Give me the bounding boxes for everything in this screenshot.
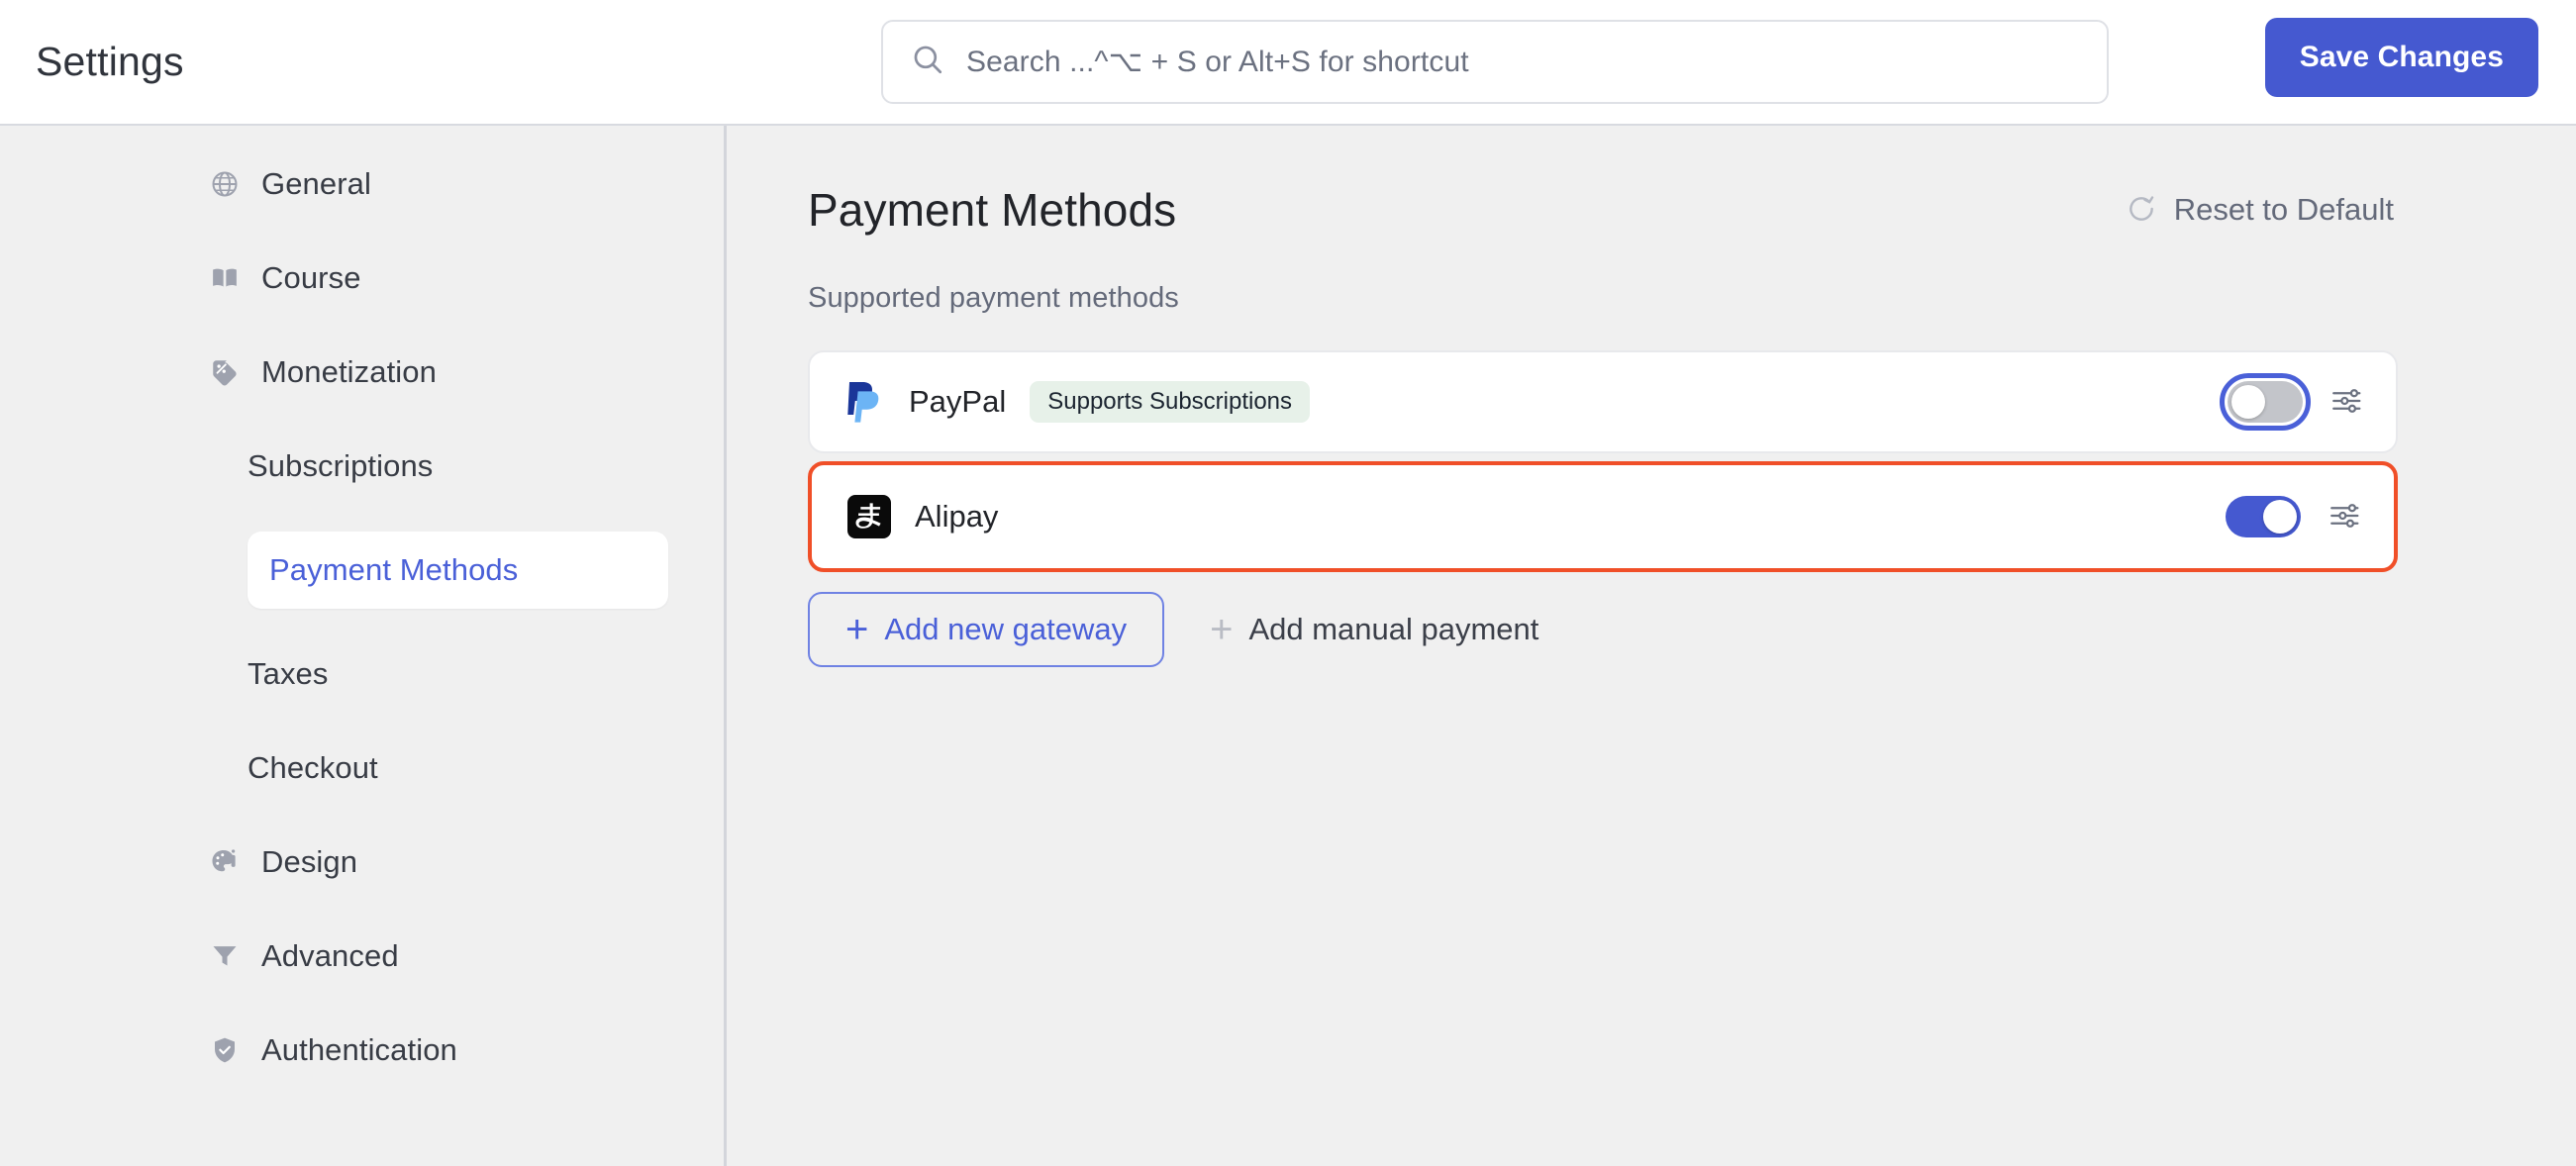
reset-to-default-label: Reset to Default <box>2173 192 2394 227</box>
search-container: Search ...^⌥ + S or Alt+S for shortcut <box>881 20 2109 104</box>
alipay-logo <box>847 495 891 538</box>
sidebar-item-taxes[interactable]: Taxes <box>248 645 668 703</box>
sliders-icon <box>2328 499 2361 535</box>
paypal-logo <box>845 379 885 425</box>
payment-methods-list: PayPal Supports Subscriptions Alipay <box>808 350 2398 572</box>
sidebar-item-monetization[interactable]: Monetization <box>208 343 668 401</box>
sidebar-item-label: Monetization <box>261 354 437 389</box>
section-subtitle: Supported payment methods <box>808 282 1179 314</box>
sidebar-item-label: Advanced <box>261 938 399 973</box>
status-badge: Supports Subscriptions <box>1030 381 1311 423</box>
paypal-settings-button[interactable] <box>2328 384 2364 420</box>
refresh-icon <box>2126 193 2157 228</box>
content-header: Payment Methods Reset to Default <box>808 126 2398 237</box>
sidebar-item-design[interactable]: Design <box>208 833 668 891</box>
reset-to-default-button[interactable]: Reset to Default <box>2126 192 2394 228</box>
page-title: Settings <box>36 39 184 84</box>
save-changes-button[interactable]: Save Changes <box>2264 18 2538 97</box>
sidebar-item-subscriptions[interactable]: Subscriptions <box>248 437 668 495</box>
sidebar-item-general[interactable]: General <box>208 155 668 213</box>
book-icon <box>208 261 242 295</box>
sidebar-item-label: Taxes <box>248 656 329 691</box>
method-name: Alipay <box>915 499 999 534</box>
method-identity: Alipay <box>847 495 2226 538</box>
search-input[interactable]: Search ...^⌥ + S or Alt+S for shortcut <box>966 45 1469 79</box>
shield-check-icon <box>208 1033 242 1067</box>
sidebar-item-label: Checkout <box>248 750 378 785</box>
toggle-alipay[interactable] <box>2226 496 2301 537</box>
top-bar: Settings Search ...^⌥ + S or Alt+S for s… <box>0 0 2576 126</box>
sidebar-item-label: Authentication <box>261 1032 457 1067</box>
method-controls <box>2220 373 2364 431</box>
search-icon <box>911 43 944 81</box>
plus-icon: + <box>845 608 869 651</box>
add-manual-payment-button[interactable]: + Add manual payment <box>1188 592 1560 667</box>
globe-icon <box>208 167 242 201</box>
sidebar-item-label: Course <box>261 260 361 295</box>
add-new-gateway-button[interactable]: + Add new gateway <box>808 592 1165 667</box>
add-new-gateway-label: Add new gateway <box>884 612 1128 646</box>
add-manual-payment-label: Add manual payment <box>1248 612 1539 646</box>
payment-actions: + Add new gateway + Add manual payment <box>808 592 2398 667</box>
sidebar-item-advanced[interactable]: Advanced <box>208 927 668 985</box>
sidebar-item-label: Subscriptions <box>248 448 434 483</box>
sidebar-item-checkout[interactable]: Checkout <box>248 739 668 797</box>
method-name: PayPal <box>909 384 1007 419</box>
body: General Course Monetization Subscription… <box>0 126 2576 1166</box>
sidebar-item-label: Design <box>261 844 358 879</box>
toggle-knob <box>2263 500 2297 534</box>
price-tag-percent-icon <box>208 355 242 389</box>
sidebar: General Course Monetization Subscription… <box>0 126 727 1166</box>
search-box[interactable]: Search ...^⌥ + S or Alt+S for shortcut <box>881 20 2109 104</box>
payment-method-row-paypal[interactable]: PayPal Supports Subscriptions <box>808 350 2398 453</box>
toggle-paypal[interactable] <box>2220 373 2311 431</box>
sidebar-item-label: General <box>261 166 371 201</box>
toggle-knob <box>2231 385 2265 419</box>
content-title: Payment Methods <box>808 184 1177 236</box>
palette-brush-icon <box>208 845 242 879</box>
settings-app: Settings Search ...^⌥ + S or Alt+S for s… <box>0 0 2576 1166</box>
sliders-icon <box>2329 384 2363 421</box>
sidebar-item-payment-methods[interactable]: Payment Methods <box>248 532 668 609</box>
method-controls <box>2226 496 2362 537</box>
sidebar-item-label: Payment Methods <box>269 552 519 587</box>
alipay-settings-button[interactable] <box>2327 499 2362 534</box>
sidebar-item-authentication[interactable]: Authentication <box>208 1021 668 1079</box>
main-content: Payment Methods Reset to Default Support… <box>727 126 2576 1166</box>
payment-method-row-alipay[interactable]: Alipay <box>808 461 2398 572</box>
plus-icon: + <box>1210 608 1234 651</box>
sidebar-item-course[interactable]: Course <box>208 249 668 307</box>
funnel-icon <box>208 939 242 973</box>
method-identity: PayPal Supports Subscriptions <box>845 379 2228 425</box>
